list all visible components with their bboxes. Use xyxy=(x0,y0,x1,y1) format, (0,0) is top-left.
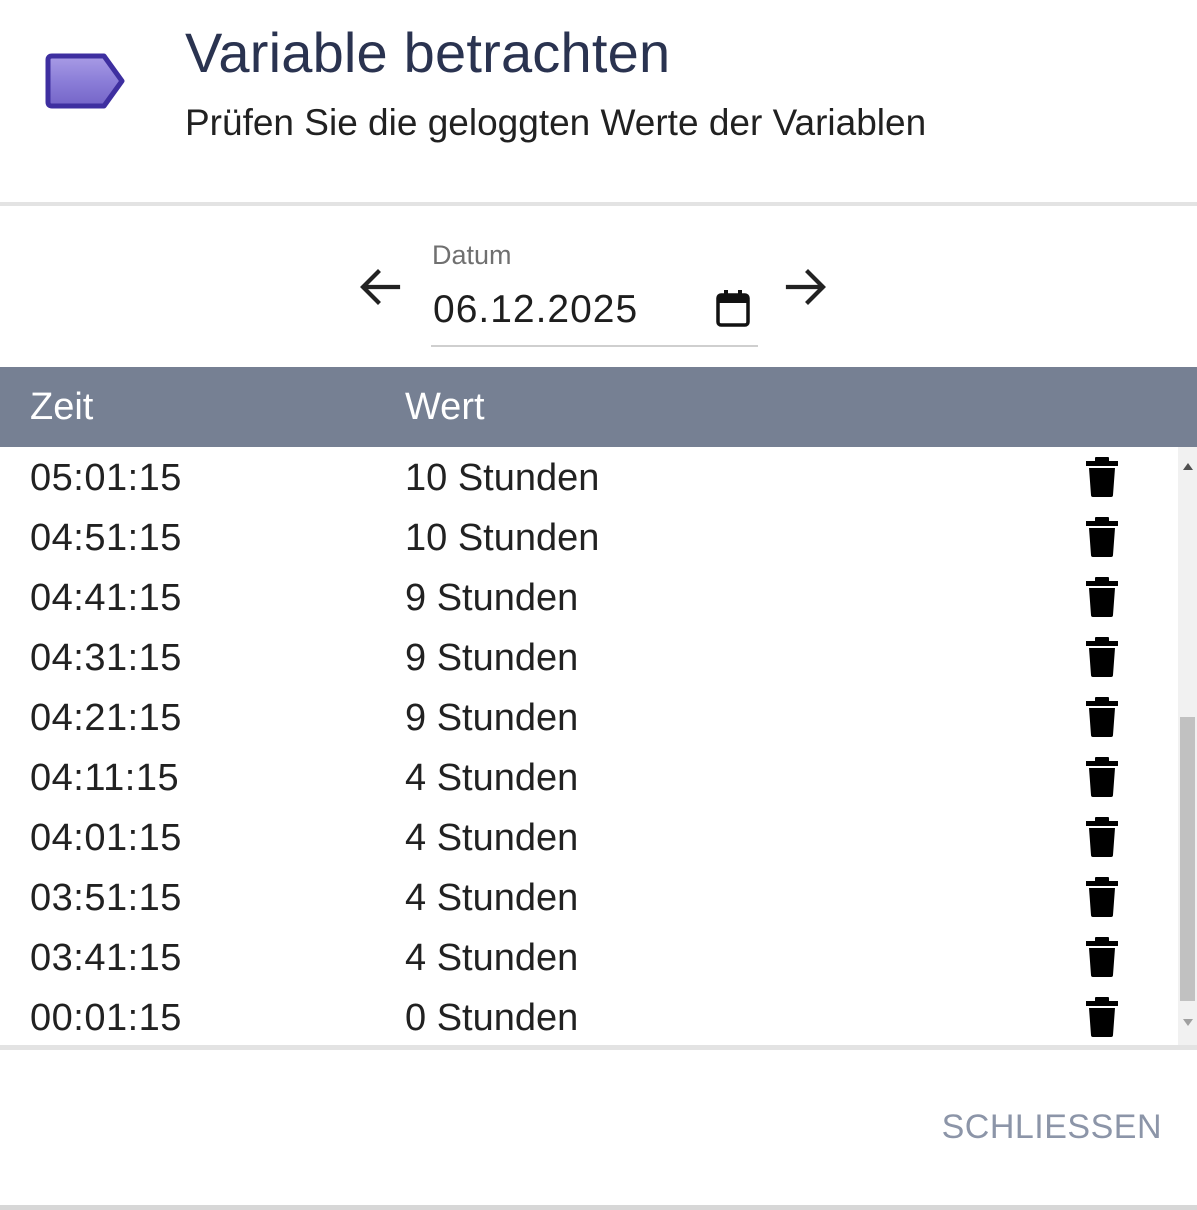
value-cell: 4 Stunden xyxy=(405,877,579,919)
date-label: Datum xyxy=(432,240,512,270)
table-row: 04:41:15 9 Stunden xyxy=(0,567,1178,627)
trash-icon[interactable] xyxy=(1083,877,1121,917)
header-divider xyxy=(0,202,1197,206)
value-cell: 4 Stunden xyxy=(405,817,579,859)
tag-icon xyxy=(45,53,125,109)
date-input[interactable]: 06.12.2025 xyxy=(433,288,638,332)
calendar-icon[interactable] xyxy=(715,288,753,328)
value-cell: 10 Stunden xyxy=(405,517,600,559)
previous-day-button[interactable] xyxy=(354,260,408,314)
page-title: Variable betrachten xyxy=(185,21,671,84)
table-row: 00:01:15 0 Stunden xyxy=(0,987,1178,1045)
date-field[interactable]: Datum 06.12.2025 xyxy=(431,238,758,348)
scroll-up-arrow-icon[interactable] xyxy=(1183,463,1193,470)
table-scrollbar[interactable] xyxy=(1178,447,1197,1045)
table-row: 04:11:15 4 Stunden xyxy=(0,747,1178,807)
value-cell: 4 Stunden xyxy=(405,937,579,979)
page-subtitle: Prüfen Sie die geloggten Werte der Varia… xyxy=(185,102,927,143)
time-cell: 05:01:15 xyxy=(30,457,182,499)
value-cell: 9 Stunden xyxy=(405,577,579,619)
time-cell: 04:01:15 xyxy=(30,817,182,859)
table-row: 04:51:15 10 Stunden xyxy=(0,507,1178,567)
time-cell: 04:51:15 xyxy=(30,517,182,559)
table-row: 05:01:15 10 Stunden xyxy=(0,447,1178,507)
trash-icon[interactable] xyxy=(1083,697,1121,737)
time-cell: 04:31:15 xyxy=(30,637,182,679)
table-row: 03:41:15 4 Stunden xyxy=(0,927,1178,987)
variable-dialog: Variable betrachten Prüfen Sie die gelog… xyxy=(0,0,1197,1210)
next-day-button[interactable] xyxy=(780,260,834,314)
table-row: 03:51:15 4 Stunden xyxy=(0,867,1178,927)
column-header-time: Zeit xyxy=(30,386,94,428)
time-cell: 03:51:15 xyxy=(30,877,182,919)
table-row: 04:31:15 9 Stunden xyxy=(0,627,1178,687)
trash-icon[interactable] xyxy=(1083,997,1121,1037)
dialog-header: Variable betrachten Prüfen Sie die gelog… xyxy=(0,0,1197,202)
footer-divider xyxy=(0,1045,1197,1050)
table-row: 04:21:15 9 Stunden xyxy=(0,687,1178,747)
value-cell: 0 Stunden xyxy=(405,997,579,1039)
scroll-down-arrow-icon[interactable] xyxy=(1183,1019,1193,1026)
table-row: 04:01:15 4 Stunden xyxy=(0,807,1178,867)
time-cell: 04:11:15 xyxy=(30,757,180,799)
trash-icon[interactable] xyxy=(1083,757,1121,797)
dialog-bottom-edge xyxy=(0,1205,1197,1210)
time-cell: 04:21:15 xyxy=(30,697,182,739)
value-cell: 4 Stunden xyxy=(405,757,579,799)
close-button[interactable]: SCHLIESSEN xyxy=(942,1108,1162,1147)
column-header-value: Wert xyxy=(405,386,485,428)
trash-icon[interactable] xyxy=(1083,457,1121,497)
trash-icon[interactable] xyxy=(1083,817,1121,857)
value-cell: 9 Stunden xyxy=(405,697,579,739)
table-body[interactable]: 05:01:15 10 Stunden 04:51:15 10 Stunden … xyxy=(0,447,1197,1045)
trash-icon[interactable] xyxy=(1083,937,1121,977)
time-cell: 00:01:15 xyxy=(30,997,182,1039)
scrollbar-thumb[interactable] xyxy=(1180,717,1195,1001)
value-cell: 10 Stunden xyxy=(405,457,600,499)
trash-icon[interactable] xyxy=(1083,637,1121,677)
trash-icon[interactable] xyxy=(1083,577,1121,617)
arrow-right-icon xyxy=(785,269,826,305)
arrow-left-icon xyxy=(360,269,401,305)
date-underline xyxy=(431,345,758,347)
value-cell: 9 Stunden xyxy=(405,637,579,679)
time-cell: 03:41:15 xyxy=(30,937,182,979)
time-cell: 04:41:15 xyxy=(30,577,182,619)
table-header: Zeit Wert xyxy=(0,367,1197,447)
trash-icon[interactable] xyxy=(1083,517,1121,557)
